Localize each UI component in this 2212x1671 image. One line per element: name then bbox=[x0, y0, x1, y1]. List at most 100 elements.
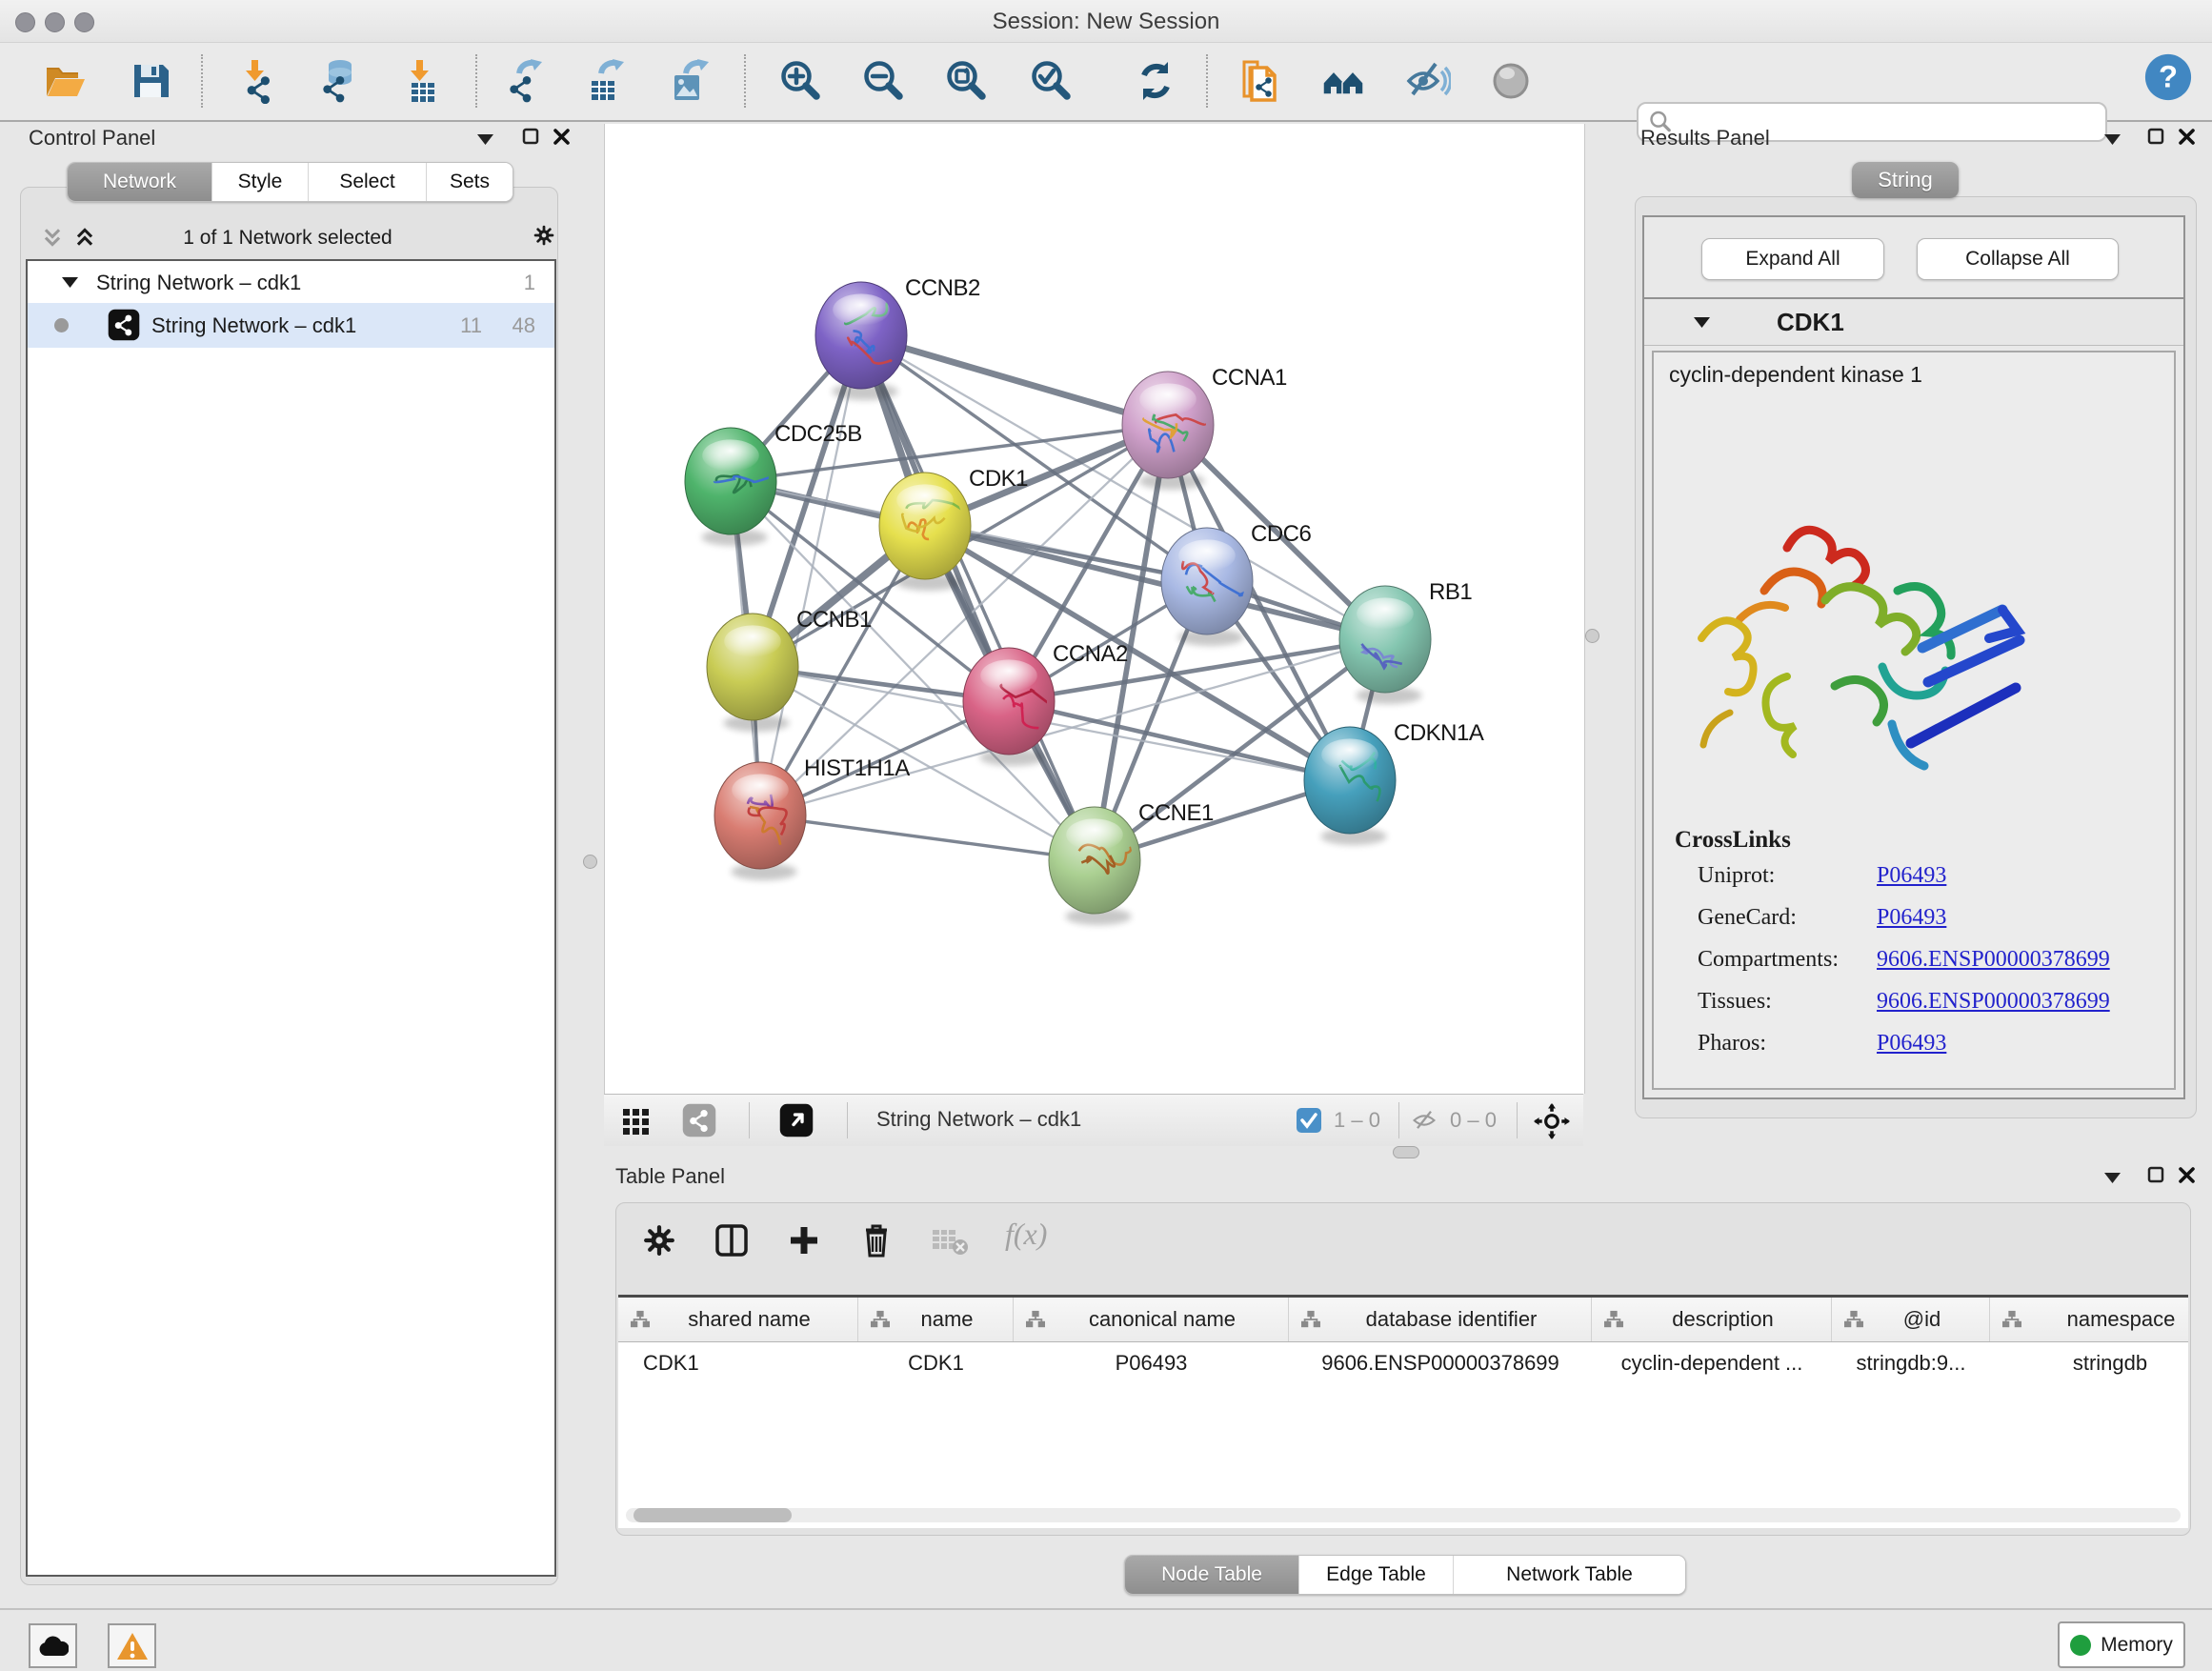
table-type-tabs: Node TableEdge TableNetwork Table bbox=[1124, 1555, 1686, 1595]
node-label-CCNA1: CCNA1 bbox=[1212, 365, 1287, 391]
grid-view-icon[interactable] bbox=[621, 1105, 652, 1136]
add-column-icon[interactable] bbox=[786, 1222, 822, 1258]
gene-expand-icon[interactable] bbox=[1694, 317, 1710, 328]
tab-sets[interactable]: Sets bbox=[427, 163, 513, 201]
delete-column-icon[interactable] bbox=[858, 1220, 895, 1258]
column-header-name[interactable]: name bbox=[858, 1298, 1014, 1341]
float-window-icon[interactable] bbox=[2145, 1164, 2166, 1185]
results-panel: Results Panel String Expand All Collapse… bbox=[1629, 124, 2201, 1134]
float-menu-icon[interactable] bbox=[474, 129, 495, 150]
table-cell[interactable]: P06493 bbox=[1014, 1351, 1289, 1376]
presentation-icon[interactable] bbox=[1486, 56, 1536, 106]
table-cell[interactable]: stringdb:9... bbox=[1832, 1351, 1990, 1376]
warnings-button[interactable] bbox=[108, 1623, 156, 1668]
tab-select[interactable]: Select bbox=[309, 163, 427, 201]
close-panel-icon[interactable] bbox=[551, 126, 572, 147]
network-node-RB1[interactable]: RB1 bbox=[1339, 579, 1472, 693]
network-options-gear-icon[interactable] bbox=[533, 225, 554, 246]
network-edge-CCNA2-CDKN1A[interactable] bbox=[1009, 701, 1350, 780]
network-node-CCNB2[interactable]: CCNB2 bbox=[815, 275, 980, 389]
column-header-database-identifier[interactable]: database identifier bbox=[1289, 1298, 1592, 1341]
import-table-file-icon[interactable] bbox=[398, 56, 448, 106]
expand-all-button[interactable]: Expand All bbox=[1701, 238, 1884, 280]
tab-string[interactable]: String bbox=[1852, 162, 1959, 198]
export-network-icon[interactable] bbox=[500, 56, 550, 106]
table-cell[interactable]: CDK1 bbox=[858, 1351, 1014, 1376]
tab-network[interactable]: Network bbox=[68, 163, 212, 201]
network-row-selected[interactable]: String Network – cdk1 11 48 bbox=[28, 303, 554, 348]
crosslink-value-link[interactable]: P06493 bbox=[1877, 905, 1946, 931]
zoom-fit-icon[interactable] bbox=[941, 56, 991, 106]
crosslink-row: Uniprot:P06493 bbox=[1698, 863, 2155, 889]
network-node-CDK1[interactable]: CDK1 bbox=[879, 466, 1028, 579]
network-node-CDKN1A[interactable]: CDKN1A bbox=[1304, 720, 1484, 834]
column-header-canonical-name[interactable]: canonical name bbox=[1014, 1298, 1289, 1341]
tab-edge-table[interactable]: Edge Table bbox=[1299, 1556, 1454, 1594]
network-edge-count: 48 bbox=[513, 313, 535, 338]
table-row[interactable]: CDK1CDK1P064939606.ENSP00000378699cyclin… bbox=[618, 1342, 2188, 1384]
horizontal-scrollbar-track[interactable] bbox=[626, 1508, 2181, 1522]
column-header-shared-name[interactable]: shared name bbox=[618, 1298, 858, 1341]
horizontal-scrollbar-handle[interactable] bbox=[633, 1508, 792, 1522]
memory-button[interactable]: Memory bbox=[2058, 1621, 2185, 1668]
table-options-gear-icon[interactable] bbox=[643, 1224, 675, 1257]
table-cell[interactable]: cyclin-dependent ... bbox=[1592, 1351, 1832, 1376]
network-edge-CCNB2-CCNE1[interactable] bbox=[861, 335, 1095, 860]
network-collection-row[interactable]: String Network – cdk1 1 bbox=[28, 261, 554, 303]
close-panel-icon[interactable] bbox=[2176, 126, 2197, 147]
gene-header[interactable]: CDK1 bbox=[1644, 299, 2183, 346]
table-cell[interactable]: CDK1 bbox=[618, 1351, 858, 1376]
refresh-icon[interactable] bbox=[1131, 56, 1180, 106]
column-header-id[interactable]: @id bbox=[1832, 1298, 1990, 1341]
network-node-CDC25B[interactable]: CDC25B bbox=[685, 421, 862, 534]
zoom-selected-icon[interactable] bbox=[1026, 56, 1076, 106]
tab-network-table[interactable]: Network Table bbox=[1454, 1556, 1685, 1594]
export-image-icon[interactable] bbox=[665, 56, 714, 106]
pan-crosshair-icon[interactable] bbox=[1534, 1103, 1570, 1139]
collapse-all-button[interactable]: Collapse All bbox=[1917, 238, 2119, 280]
network-node-CCNE1[interactable]: CCNE1 bbox=[1049, 800, 1214, 914]
column-header-namespace[interactable]: namespace bbox=[1990, 1298, 2188, 1341]
import-network-file-icon[interactable] bbox=[233, 56, 283, 106]
title-bar: Session: New Session bbox=[0, 0, 2212, 43]
import-network-database-icon[interactable] bbox=[313, 56, 363, 106]
crosslink-value-link[interactable]: 9606.ENSP00000378699 bbox=[1877, 989, 2110, 1015]
save-session-icon[interactable] bbox=[126, 56, 175, 106]
right-splitter-handle[interactable] bbox=[1585, 629, 1599, 643]
crosslink-value-link[interactable]: 9606.ENSP00000378699 bbox=[1877, 947, 2110, 973]
float-window-icon[interactable] bbox=[2145, 126, 2166, 147]
table-cell[interactable]: 9606.ENSP00000378699 bbox=[1289, 1351, 1592, 1376]
float-menu-icon[interactable] bbox=[2101, 129, 2122, 150]
cloud-button[interactable] bbox=[29, 1623, 77, 1668]
hide-selected-icon[interactable] bbox=[1403, 56, 1453, 106]
table-cell[interactable]: stringdb bbox=[1990, 1351, 2188, 1376]
network-canvas[interactable]: CCNB2CCNA1CDC25BCDK1CDC6RB1CCNB1CCNA2CDK… bbox=[605, 124, 1584, 1094]
network-list: String Network – cdk1 1 String Network –… bbox=[26, 259, 556, 1577]
birds-eye-view-icon[interactable] bbox=[779, 1103, 814, 1137]
close-panel-icon[interactable] bbox=[2176, 1164, 2197, 1185]
zoom-out-icon[interactable] bbox=[858, 56, 908, 106]
tab-node-table[interactable]: Node Table bbox=[1125, 1556, 1299, 1594]
clone-network-icon[interactable] bbox=[1235, 56, 1284, 106]
show-columns-icon[interactable] bbox=[714, 1222, 750, 1258]
network-edge-CCNB2-HIST1H1A[interactable] bbox=[760, 335, 861, 815]
network-home-icon[interactable] bbox=[1319, 56, 1369, 106]
help-icon[interactable]: ? bbox=[2143, 52, 2193, 102]
open-file-icon[interactable] bbox=[40, 56, 90, 106]
zoom-in-icon[interactable] bbox=[775, 56, 825, 106]
left-splitter-handle[interactable] bbox=[583, 855, 597, 869]
network-node-CCNA2[interactable]: CCNA2 bbox=[963, 641, 1128, 755]
column-header-description[interactable]: description bbox=[1592, 1298, 1832, 1341]
crosslink-value-link[interactable]: P06493 bbox=[1877, 1031, 1946, 1057]
collection-expand-icon[interactable] bbox=[62, 277, 78, 288]
tab-style[interactable]: Style bbox=[212, 163, 309, 201]
crosslink-value-link[interactable]: P06493 bbox=[1877, 863, 1946, 889]
network-node-HIST1H1A[interactable]: HIST1H1A bbox=[714, 755, 910, 869]
float-window-icon[interactable] bbox=[520, 126, 541, 147]
selected-checkbox-icon[interactable] bbox=[1296, 1107, 1322, 1134]
export-table-icon[interactable] bbox=[582, 56, 632, 106]
float-menu-icon[interactable] bbox=[2101, 1167, 2122, 1188]
network-view-mode-icon[interactable] bbox=[682, 1103, 716, 1137]
network-edge-CCNB2-CCNA1[interactable] bbox=[861, 335, 1168, 425]
network-edge-HIST1H1A-CCNE1[interactable] bbox=[760, 815, 1095, 860]
